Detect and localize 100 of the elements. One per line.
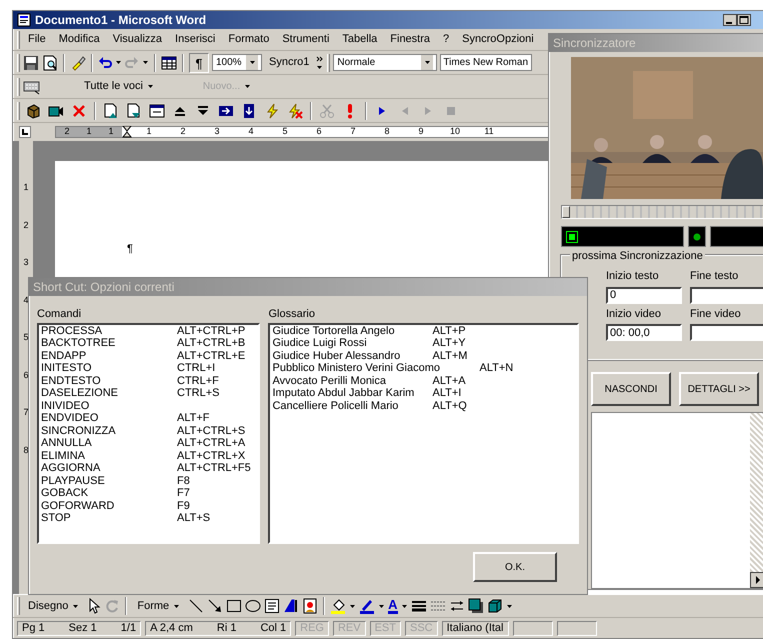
slider-thumb[interactable] — [562, 206, 570, 218]
list-item[interactable]: Giudice Tortorella Angelo — [272, 324, 432, 337]
list-item[interactable]: ENDAPP — [41, 350, 177, 362]
field-label: Fine video — [690, 306, 742, 322]
list-item[interactable]: ENDTESTO — [41, 374, 177, 387]
menu-item[interactable]: Visualizza — [108, 31, 168, 48]
caret-icon[interactable] — [424, 60, 431, 65]
list-item[interactable]: DASELEZIONE — [41, 387, 177, 400]
list-item[interactable]: ANNULLA — [41, 437, 177, 450]
style-dropdown[interactable]: Normale — [333, 54, 438, 71]
font-color-letter[interactable]: A — [388, 598, 398, 614]
window-title: Short Cut: Opzioni correnti — [33, 279, 174, 296]
print-preview-icon[interactable] — [42, 54, 58, 70]
shortcut-keys: ALT+CTRL+B — [177, 337, 246, 350]
text-field[interactable]: 00: 00,0 — [606, 324, 682, 341]
text-field[interactable]: 0 — [606, 286, 682, 304]
list-item[interactable]: GOBACK — [41, 487, 177, 500]
zoom-dropdown[interactable]: 100% — [212, 54, 262, 71]
page-down-icon[interactable] — [126, 102, 142, 118]
list-item[interactable]: INIVIDEO — [41, 400, 177, 412]
menu-item[interactable]: Modifica — [54, 31, 105, 48]
status-text: Ri 1 — [216, 620, 236, 636]
caret-icon[interactable] — [349, 604, 356, 608]
pilcrow-button[interactable]: ¶ — [189, 52, 209, 72]
menu-item[interactable]: ? — [438, 31, 454, 48]
ruler-number: 6 — [22, 368, 30, 382]
list-item[interactable]: Pubblico Ministero Verini Giacomo — [272, 362, 480, 374]
save-icon[interactable] — [23, 54, 39, 70]
text-field[interactable] — [690, 324, 763, 341]
menu-item[interactable]: SyncroOpzioni — [457, 31, 539, 48]
shortcut-keys: ALT+N — [479, 362, 514, 374]
cube-icon[interactable] — [25, 102, 41, 118]
keyboard-icon[interactable] — [23, 78, 41, 94]
ok-button[interactable]: O.K. — [473, 552, 557, 582]
list-item[interactable]: Giudice Luigi Rossi — [272, 337, 432, 350]
list-item[interactable]: ENDVIDEO — [41, 412, 177, 424]
maximize-icon[interactable] — [737, 14, 751, 26]
lightning-icon[interactable] — [264, 102, 280, 118]
scrollbar[interactable] — [750, 413, 763, 588]
scroll-right-icon[interactable] — [750, 572, 763, 588]
caret-icon[interactable] — [400, 604, 408, 608]
fill-color-icon[interactable] — [330, 598, 346, 614]
caret-icon[interactable] — [72, 604, 80, 608]
list-item[interactable]: Imputato Abdul Jabbar Karim — [272, 387, 432, 400]
caret-icon[interactable] — [115, 60, 122, 65]
page-up-icon[interactable] — [103, 102, 119, 118]
menu-item[interactable]: Inserisci — [170, 31, 220, 48]
menu-item[interactable]: File — [23, 31, 51, 48]
list-item[interactable]: SINCRONIZZA — [41, 424, 177, 437]
caret-icon[interactable] — [248, 60, 256, 65]
more-chevron-icon[interactable] — [316, 54, 324, 70]
caret-icon[interactable] — [506, 604, 513, 608]
brush-icon[interactable] — [70, 54, 86, 70]
3d-icon[interactable] — [486, 598, 503, 614]
list-item[interactable]: Giudice Huber Alessandro — [272, 350, 432, 362]
status-text: Italiano (Ital — [446, 620, 504, 636]
list-item[interactable]: GOFORWARD — [41, 500, 177, 512]
list-item[interactable]: Cancelliere Policelli Mario — [272, 400, 432, 412]
caret-icon[interactable] — [173, 604, 180, 608]
list-item[interactable]: INITESTO — [41, 362, 177, 374]
line-icon[interactable] — [188, 598, 204, 614]
list-item[interactable]: AGGIORNA — [41, 462, 177, 474]
hide-button[interactable]: NASCONDI — [591, 372, 671, 406]
arrow-icon[interactable] — [207, 598, 224, 614]
list-item[interactable]: ELIMINA — [41, 450, 177, 462]
list-item[interactable]: Avvocato Perilli Monica — [272, 374, 432, 387]
list-item[interactable]: PLAYPAUSE — [41, 474, 177, 487]
down-arrow-box-icon[interactable] — [241, 102, 257, 118]
tab-stop-icon[interactable] — [19, 126, 31, 138]
caret-icon[interactable] — [142, 60, 149, 65]
menu-item[interactable]: Formato — [223, 31, 274, 48]
clip-art-icon[interactable] — [302, 598, 318, 614]
font-dropdown[interactable]: Times New Roman — [440, 54, 532, 71]
undo-icon[interactable] — [98, 56, 112, 70]
menu-item[interactable]: Finestra — [385, 31, 436, 48]
lightning-x-icon[interactable] — [287, 102, 303, 118]
wordart-icon[interactable] — [283, 598, 300, 614]
caret-icon[interactable] — [378, 604, 386, 608]
line-style-icon[interactable] — [410, 598, 427, 614]
list-item[interactable]: STOP — [41, 512, 177, 524]
minimize-icon[interactable] — [723, 14, 737, 26]
pointer-icon[interactable] — [87, 598, 102, 614]
pen-icon[interactable] — [359, 598, 376, 614]
list-item[interactable]: PROCESSA — [41, 324, 177, 337]
shadow-icon[interactable] — [468, 598, 484, 614]
delete-icon[interactable] — [71, 102, 87, 118]
ruler-number: 2 — [22, 218, 30, 232]
arrow-style-icon[interactable] — [448, 598, 465, 614]
menu-item[interactable]: Strumenti — [277, 31, 334, 48]
caret-icon[interactable] — [146, 84, 154, 89]
text-box-icon[interactable] — [264, 598, 280, 614]
table-icon[interactable] — [161, 56, 177, 70]
list-item[interactable]: BACKTOTREE — [41, 337, 177, 350]
menu-item[interactable]: Tabella — [337, 31, 382, 48]
oval-icon[interactable] — [245, 598, 262, 614]
window-icon[interactable] — [149, 102, 165, 118]
rectangle-icon[interactable] — [226, 598, 242, 614]
text-field[interactable] — [690, 286, 763, 304]
details-button[interactable]: DETTAGLI >> — [679, 372, 759, 406]
shortcut-keys: ALT+CTRL+S — [177, 424, 246, 437]
